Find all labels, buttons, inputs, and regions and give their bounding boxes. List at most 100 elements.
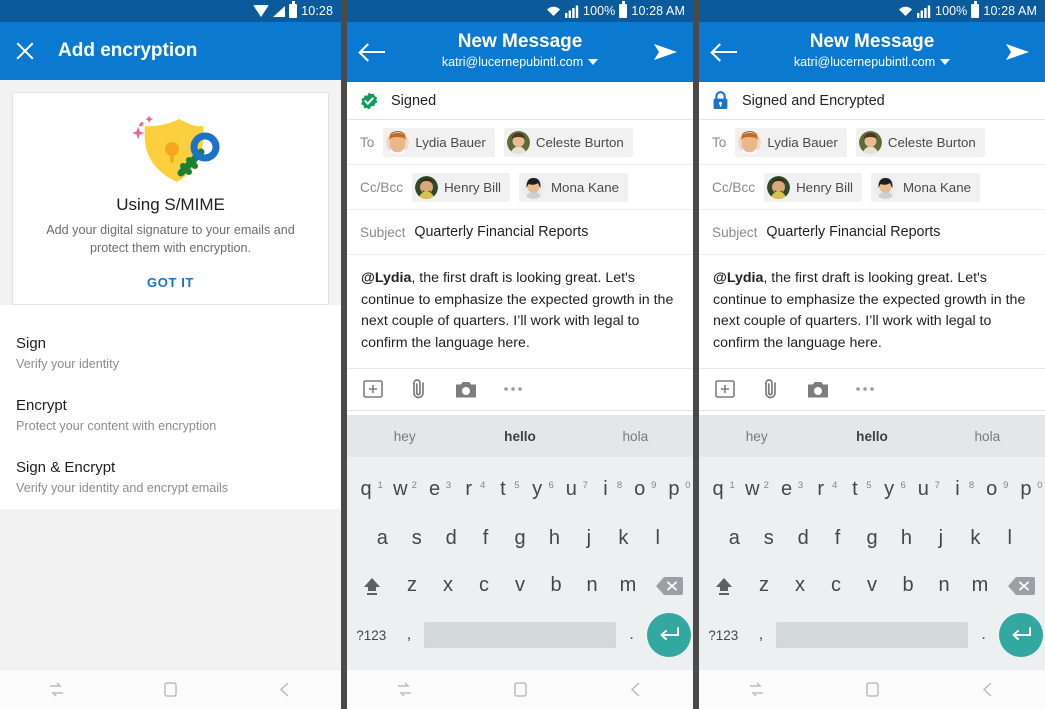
suggestion-chip[interactable]: hello: [814, 429, 929, 444]
key-s[interactable]: s: [751, 527, 785, 550]
key-c[interactable]: c: [818, 574, 854, 597]
account-selector[interactable]: katri@lucernepubintl.com: [442, 55, 599, 69]
recipient-chip[interactable]: Lydia Bauer: [735, 127, 847, 157]
key-z[interactable]: z: [394, 574, 430, 597]
key-n[interactable]: n: [574, 574, 610, 597]
enter-key[interactable]: [999, 613, 1044, 657]
key-g[interactable]: g: [503, 527, 537, 550]
suggestion-chip[interactable]: hey: [347, 429, 462, 444]
comma-key[interactable]: ,: [746, 626, 777, 644]
back-icon[interactable]: [964, 675, 1010, 705]
back-icon[interactable]: [261, 675, 307, 705]
key-z[interactable]: z: [746, 574, 782, 597]
symbols-key[interactable]: ?123: [349, 628, 394, 643]
message-body[interactable]: @Lydia, the first draft is looking great…: [347, 255, 693, 368]
key-b[interactable]: b: [538, 574, 574, 597]
key-j[interactable]: j: [924, 527, 958, 550]
recents-icon[interactable]: [34, 675, 80, 705]
ccbcc-field[interactable]: Cc/Bcc Henry Bill Mona Kane: [699, 165, 1045, 210]
key-r[interactable]: 4r: [452, 478, 486, 501]
send-icon[interactable]: [653, 42, 679, 62]
recents-icon[interactable]: [734, 675, 780, 705]
backspace-icon[interactable]: [646, 576, 691, 596]
key-k[interactable]: k: [606, 527, 640, 550]
to-field[interactable]: To Lydia Bauer Celeste Burton: [699, 120, 1045, 165]
recipient-chip[interactable]: Lydia Bauer: [383, 127, 495, 157]
enter-key[interactable]: [647, 613, 692, 657]
recipient-chip[interactable]: Celeste Burton: [503, 127, 633, 157]
key-e[interactable]: 3e: [769, 478, 803, 501]
key-q[interactable]: 1q: [701, 478, 735, 501]
key-v[interactable]: v: [502, 574, 538, 597]
key-j[interactable]: j: [572, 527, 606, 550]
key-o[interactable]: 9o: [623, 478, 657, 501]
back-arrow-icon[interactable]: [713, 42, 739, 62]
back-icon[interactable]: [612, 675, 658, 705]
key-d[interactable]: d: [434, 527, 468, 550]
recipient-chip[interactable]: Henry Bill: [412, 172, 510, 202]
option-sign-and-encrypt[interactable]: Sign & Encrypt Verify your identity and …: [0, 447, 341, 509]
suggestion-chip[interactable]: hey: [699, 429, 814, 444]
shift-icon[interactable]: [349, 575, 394, 597]
more-options-icon[interactable]: [855, 386, 875, 392]
key-c[interactable]: c: [466, 574, 502, 597]
key-t[interactable]: 5t: [838, 478, 872, 501]
key-m[interactable]: m: [610, 574, 646, 597]
key-f[interactable]: f: [468, 527, 502, 550]
period-key[interactable]: .: [968, 626, 999, 644]
to-field[interactable]: To Lydia Bauer Celeste Burton: [347, 120, 694, 165]
recipient-chip[interactable]: Henry Bill: [764, 172, 862, 202]
subject-field[interactable]: Subject Quarterly Financial Reports: [699, 210, 1045, 255]
recipient-chip[interactable]: Celeste Burton: [855, 127, 985, 157]
key-r[interactable]: 4r: [804, 478, 838, 501]
key-k[interactable]: k: [958, 527, 992, 550]
ccbcc-field[interactable]: Cc/Bcc Henry Bill Mona Kane: [347, 165, 694, 210]
suggestion-chip[interactable]: hola: [930, 429, 1045, 444]
key-f[interactable]: f: [820, 527, 854, 550]
recipient-chip[interactable]: Mona Kane: [518, 172, 628, 202]
key-d[interactable]: d: [786, 527, 820, 550]
key-i[interactable]: 8i: [940, 478, 974, 501]
key-p[interactable]: 0p: [657, 478, 691, 501]
key-t[interactable]: 5t: [486, 478, 520, 501]
home-icon[interactable]: [148, 675, 194, 705]
space-bar[interactable]: [424, 622, 617, 648]
key-m[interactable]: m: [962, 574, 998, 597]
key-l[interactable]: l: [993, 527, 1027, 550]
key-a[interactable]: a: [365, 527, 399, 550]
key-q[interactable]: 1q: [349, 478, 383, 501]
key-p[interactable]: 0p: [1009, 478, 1043, 501]
paperclip-icon[interactable]: [761, 378, 781, 400]
key-l[interactable]: l: [641, 527, 675, 550]
key-u[interactable]: 7u: [906, 478, 940, 501]
more-options-icon[interactable]: [503, 386, 523, 392]
camera-icon[interactable]: [455, 380, 477, 399]
option-encrypt[interactable]: Encrypt Protect your content with encryp…: [0, 385, 341, 447]
comma-key[interactable]: ,: [394, 626, 425, 644]
key-y[interactable]: 6y: [872, 478, 906, 501]
security-status-bar[interactable]: Signed and Encrypted: [699, 82, 1045, 120]
key-o[interactable]: 9o: [975, 478, 1009, 501]
key-s[interactable]: s: [399, 527, 433, 550]
home-icon[interactable]: [497, 675, 543, 705]
insert-icon[interactable]: [715, 379, 735, 399]
key-b[interactable]: b: [890, 574, 926, 597]
close-icon[interactable]: [14, 40, 36, 62]
key-g[interactable]: g: [855, 527, 889, 550]
suggestion-chip[interactable]: hello: [462, 429, 577, 444]
key-w[interactable]: 2w: [735, 478, 769, 501]
security-status-bar[interactable]: Signed: [347, 82, 694, 120]
message-body[interactable]: @Lydia, the first draft is looking great…: [699, 255, 1045, 368]
suggestion-chip[interactable]: hola: [578, 429, 693, 444]
camera-icon[interactable]: [807, 380, 829, 399]
recipient-chip[interactable]: Mona Kane: [870, 172, 980, 202]
got-it-button[interactable]: GOT IT: [31, 275, 310, 290]
key-u[interactable]: 7u: [554, 478, 588, 501]
key-x[interactable]: x: [782, 574, 818, 597]
home-icon[interactable]: [849, 675, 895, 705]
backspace-icon[interactable]: [998, 576, 1043, 596]
key-h[interactable]: h: [889, 527, 923, 550]
key-n[interactable]: n: [926, 574, 962, 597]
back-arrow-icon[interactable]: [361, 42, 387, 62]
key-e[interactable]: 3e: [417, 478, 451, 501]
